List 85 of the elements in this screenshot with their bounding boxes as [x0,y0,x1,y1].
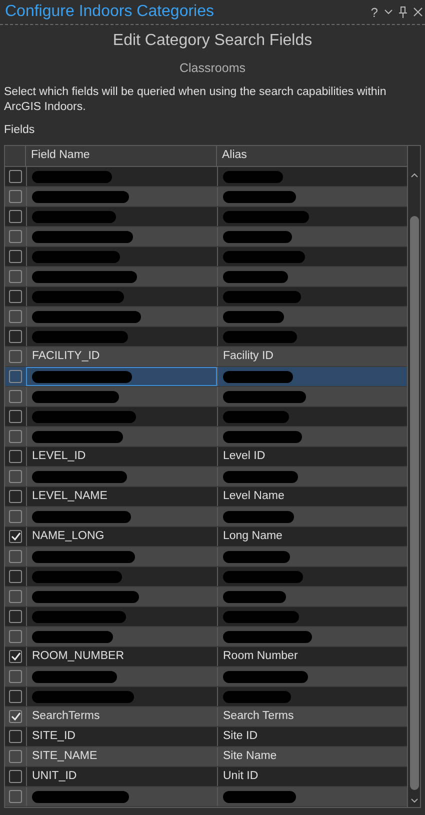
field-alias: Unit ID [223,768,258,784]
checkbox[interactable] [9,450,22,463]
scrollbar-thumb[interactable] [410,216,418,790]
checkbox[interactable] [9,330,22,343]
field-name: SITE_NAME [32,748,98,764]
checkbox[interactable] [9,590,22,603]
field-alias: Room Number [223,648,298,664]
redaction-mark [223,590,286,602]
redaction-mark [223,370,293,382]
field-name: LEVEL_ID [32,448,86,464]
checkbox[interactable] [9,370,22,383]
checkbox[interactable] [9,550,22,563]
checkbox[interactable] [9,350,22,363]
checkbox[interactable] [9,410,22,423]
table-row[interactable]: ROOM_NUMBER Room Number [5,647,407,667]
checkbox[interactable] [9,650,22,663]
description: Select which fields will be queried when using the search capabilities within ArcGIS Indoors. [3,84,388,115]
table-row[interactable]: LEVEL_ID Level ID [5,447,407,467]
checkbox[interactable] [9,510,22,523]
checkbox[interactable] [9,610,22,623]
column-header[interactable]: Alias [217,146,407,166]
checkbox[interactable] [9,530,22,543]
checkbox[interactable] [9,790,22,803]
checkbox[interactable] [9,750,22,763]
checkbox[interactable] [9,630,22,643]
column-header[interactable]: Field Name [26,146,217,166]
checkbox[interactable] [9,230,22,243]
redaction-mark [223,690,291,702]
help-button[interactable]: ? [370,6,378,18]
close-icon[interactable] [413,7,423,17]
table-row[interactable]: NAME_LONG Long Name [5,527,407,547]
checkbox[interactable] [9,690,22,703]
field-name: LEVEL_NAME [32,488,108,504]
redaction-mark [223,230,292,242]
checkbox[interactable] [9,730,22,743]
field-alias: Facility ID [223,348,274,364]
table-row[interactable]: UNIT_ID Unit ID [5,767,407,787]
checkbox[interactable] [9,190,22,203]
window-title: Configure Indoors Categories [5,2,214,22]
redaction-mark [223,270,288,282]
field-name: SITE_ID [32,728,76,744]
caret-up-icon[interactable] [410,173,418,178]
checkbox[interactable] [9,490,22,503]
table-row[interactable] [5,367,407,387]
field-name: FACILITY_ID [32,348,100,364]
fields-label: Fields [3,122,36,138]
table-row[interactable]: SearchTerms Search Terms [5,707,407,727]
checkbox[interactable] [9,670,22,683]
table-row[interactable]: SITE_NAME Site Name [5,747,407,767]
redaction-mark [223,310,284,322]
category-name: Classrooms [178,60,246,77]
table-row[interactable]: FACILITY_ID Facility ID [5,347,407,367]
dialog-heading: Edit Category Search Fields [112,31,314,51]
checkbox[interactable] [9,430,22,443]
redaction-mark [223,550,290,562]
checkbox[interactable] [9,250,22,263]
field-name: UNIT_ID [32,768,77,784]
field-alias: Level Name [223,488,284,504]
redaction-mark [223,510,294,522]
field-alias: Site Name [223,748,277,764]
checkbox[interactable] [9,570,22,583]
pin-icon[interactable] [399,6,407,18]
checkbox[interactable] [9,770,22,783]
checkbox[interactable] [9,210,22,223]
checkbox[interactable] [9,390,22,403]
field-name: SearchTerms [32,708,100,724]
redaction-mark [223,170,283,182]
redaction-mark [223,410,289,422]
scrollbar[interactable] [407,146,420,807]
table-row[interactable]: SITE_ID Site ID [5,727,407,747]
field-name: NAME_LONG [32,528,104,544]
field-name: ROOM_NUMBER [32,648,124,664]
checkbox[interactable] [9,470,22,483]
checkbox[interactable] [9,290,22,303]
checkbox[interactable] [9,170,22,183]
chevron-down-icon[interactable] [384,9,393,15]
caret-down-icon[interactable] [410,798,418,803]
checkbox[interactable] [9,270,22,283]
checkbox[interactable] [9,310,22,323]
field-alias: Long Name [223,528,282,544]
table-row[interactable]: LEVEL_NAME Level Name [5,487,407,507]
checkbox[interactable] [9,710,22,723]
field-alias: Search Terms [223,708,294,724]
field-alias: Site ID [223,728,258,744]
field-alias: Level ID [223,448,266,464]
